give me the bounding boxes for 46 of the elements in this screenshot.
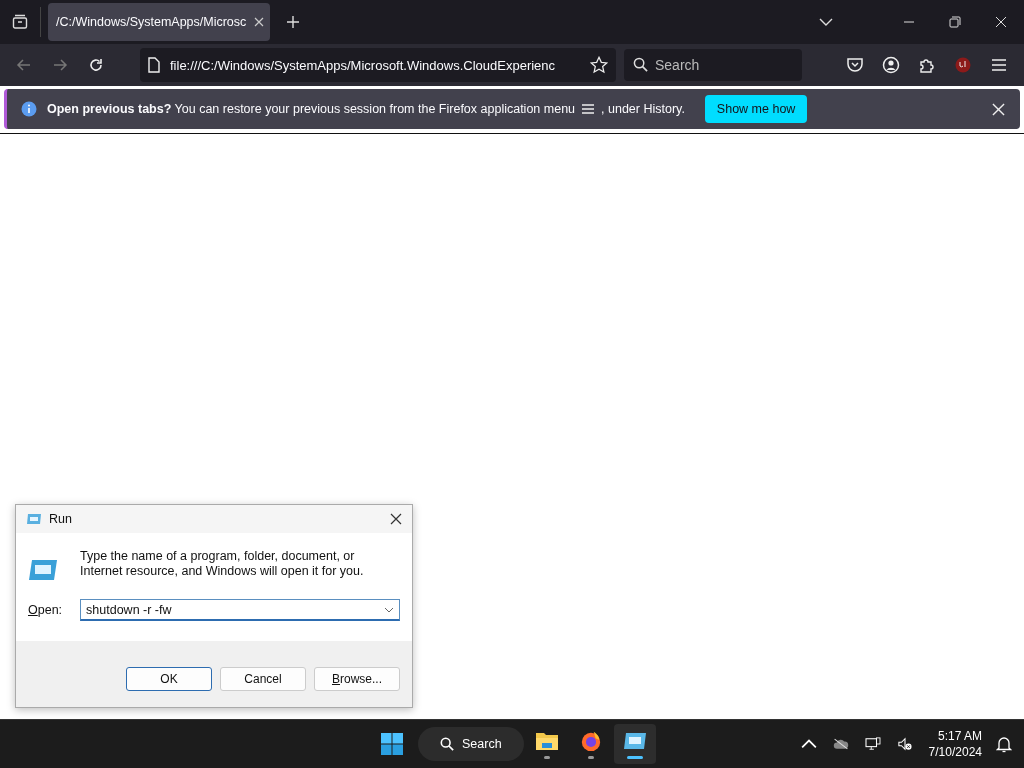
start-icon[interactable] (380, 732, 404, 756)
new-tab-icon[interactable] (286, 15, 300, 29)
account-icon[interactable] (882, 56, 900, 74)
bell-icon[interactable] (996, 735, 1012, 753)
cloud-off-icon[interactable] (832, 737, 849, 751)
reload-icon[interactable] (88, 57, 104, 73)
pocket-icon[interactable] (846, 56, 864, 74)
dialog-button[interactable]: Cancel (220, 667, 306, 691)
dialog-title: Run (49, 512, 72, 526)
search-field[interactable]: Search (624, 49, 802, 81)
dialog-button[interactable]: OK (126, 667, 212, 691)
dialog-description: Type the name of a program, folder, document, or Internet resource, and Windows will open it for you. (80, 549, 365, 579)
command-combobox[interactable]: shutdown -r -fw (80, 599, 400, 621)
back-icon[interactable] (16, 57, 32, 73)
shield-extension-icon[interactable] (954, 56, 972, 74)
notification-message: Open previous tabs? You can restore your previous session from the Firefox application menu (47, 102, 576, 116)
taskbar-search[interactable]: Search (418, 727, 524, 761)
restore-icon[interactable] (949, 16, 961, 28)
address-bar[interactable]: file:///C:/Windows/SystemApps/Microsoft.Windows.CloudExperienc (140, 48, 616, 82)
menu-icon (581, 103, 596, 115)
clock-date: 7/10/2024 (928, 744, 982, 760)
page-icon (148, 57, 160, 73)
search-icon (440, 737, 454, 751)
menu-icon[interactable] (990, 56, 1008, 74)
network-icon[interactable] (864, 737, 881, 751)
browser-tab[interactable]: /C:/Windows/SystemApps/Microsc (48, 3, 270, 41)
info-icon (21, 101, 37, 117)
forward-icon[interactable] (52, 57, 68, 73)
run-icon (26, 513, 42, 525)
puzzle-icon[interactable] (918, 56, 936, 74)
run-icon (28, 559, 58, 581)
clock[interactable]: 5:17 AM 7/10/2024 (928, 728, 982, 760)
caret-icon (384, 607, 394, 613)
chevron-down-icon[interactable] (819, 18, 833, 26)
clock-time: 5:17 AM (937, 728, 982, 744)
dialog-button[interactable]: Browse... (314, 667, 400, 691)
search-icon (633, 57, 648, 72)
notification-message: , under History. (601, 102, 685, 116)
open-label: Open: (28, 603, 63, 617)
star-icon[interactable] (590, 56, 608, 74)
close-icon[interactable] (390, 513, 402, 525)
taskbar-app[interactable] (613, 724, 656, 764)
speaker-muted-icon[interactable] (896, 737, 913, 751)
show-me-how-button[interactable]: Show me how (704, 95, 808, 123)
chevron-up-icon[interactable] (800, 737, 817, 751)
tab-list-icon[interactable] (12, 14, 28, 30)
